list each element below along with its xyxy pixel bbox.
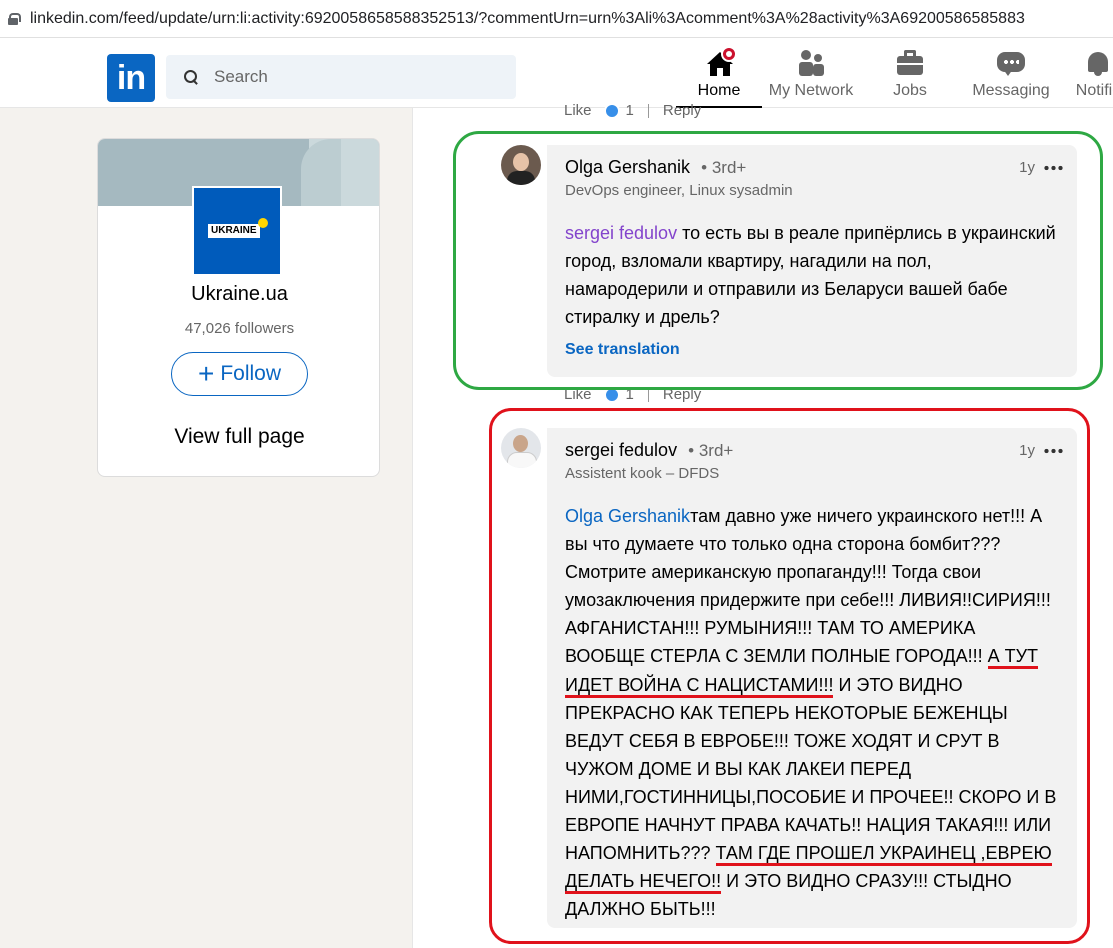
reaction-count[interactable]: 1	[626, 386, 634, 403]
logo-dot-icon	[258, 218, 268, 228]
org-logo-text: UKRAINE	[208, 224, 260, 238]
comment-body-part: там давно уже ничего украинского нет!!! …	[565, 506, 1051, 667]
mention-link[interactable]: Olga Gershanik	[565, 506, 690, 526]
follow-button[interactable]: + Follow	[171, 352, 308, 396]
comment-time: 1y	[1019, 442, 1035, 459]
comment-actions: Like 1 Reply	[564, 386, 701, 403]
like-button[interactable]: Like	[564, 102, 592, 119]
search-input[interactable]	[214, 67, 494, 87]
top-nav: in Home My Network Jobs Messaging Notifi…	[0, 38, 1113, 108]
connection-degree: • 3rd+	[701, 158, 747, 177]
comment-actions: Like 1 Reply	[564, 102, 701, 119]
nav-jobs[interactable]: Jobs	[880, 48, 940, 108]
search-box[interactable]	[166, 55, 516, 99]
comment-body-part: И ЭТО ВИДНО ПРЕКРАСНО КАК ТЕПЕРЬ НЕКОТОР…	[565, 674, 1057, 864]
comment-text: sergei fedulov то есть вы в реале припёр…	[565, 219, 1059, 331]
comment-author[interactable]: sergei fedulov	[565, 440, 677, 460]
more-options-icon[interactable]	[1043, 164, 1063, 171]
avatar[interactable]	[501, 145, 541, 185]
bell-icon	[1082, 48, 1113, 78]
avatar[interactable]	[501, 428, 541, 468]
divider	[647, 103, 649, 118]
comment-bubble: sergei fedulov • 3rd+ Assistent kook – D…	[547, 428, 1077, 928]
comment-meta: 1y	[1019, 442, 1063, 459]
view-full-page-link[interactable]: View full page	[98, 425, 379, 449]
lock-icon	[8, 12, 21, 25]
notification-badge	[721, 46, 737, 62]
follow-button-label: Follow	[220, 362, 282, 385]
nav-messaging-label: Messaging	[972, 82, 1050, 99]
divider	[647, 387, 649, 402]
address-bar[interactable]: linkedin.com/feed/update/urn:li:activity…	[0, 0, 1113, 38]
url-text[interactable]: linkedin.com/feed/update/urn:li:activity…	[30, 10, 1025, 28]
comment-author[interactable]: Olga Gershanik	[565, 157, 690, 177]
comment-text: Olga Gershanikтам давно уже ничего украи…	[565, 502, 1059, 923]
comment-meta: 1y	[1019, 159, 1063, 176]
search-icon	[184, 70, 198, 84]
briefcase-icon	[894, 48, 926, 78]
org-name[interactable]: Ukraine.ua	[98, 283, 379, 306]
nav-notifications-label: Notific	[1075, 82, 1113, 99]
comments-feed: Like 1 Reply Olga Gershanik • 3rd+ DevOp…	[412, 102, 1113, 948]
org-logo[interactable]: UKRAINE	[192, 186, 282, 276]
comment-bubble: Olga Gershanik • 3rd+ DevOps engineer, L…	[547, 145, 1077, 377]
reply-button[interactable]: Reply	[663, 386, 701, 403]
mention-link[interactable]: sergei fedulov	[565, 223, 677, 243]
follower-count: 47,026 followers	[184, 320, 295, 337]
plus-icon: +	[197, 358, 215, 389]
reply-button[interactable]: Reply	[663, 102, 701, 119]
author-headline: Assistent kook – DFDS	[565, 465, 720, 482]
author-headline: DevOps engineer, Linux sysadmin	[565, 182, 793, 199]
reaction-count[interactable]: 1	[626, 102, 634, 119]
comment-time: 1y	[1019, 159, 1035, 176]
home-icon	[703, 46, 737, 78]
nav-my-network-label: My Network	[768, 82, 854, 99]
chat-bubble-icon	[995, 48, 1027, 78]
like-button[interactable]: Like	[564, 386, 592, 403]
more-options-icon[interactable]	[1043, 447, 1063, 454]
people-icon	[795, 48, 827, 78]
like-reaction-icon	[603, 102, 620, 119]
nav-notifications[interactable]: Notific	[1058, 48, 1113, 108]
nav-jobs-label: Jobs	[893, 82, 927, 99]
nav-home[interactable]: Home	[676, 46, 762, 108]
connection-degree: • 3rd+	[688, 441, 734, 460]
see-translation-link[interactable]: See translation	[565, 341, 1059, 359]
nav-messaging[interactable]: Messaging	[966, 48, 1056, 108]
like-reaction-icon	[603, 386, 620, 403]
nav-my-network[interactable]: My Network	[762, 48, 860, 108]
linkedin-logo[interactable]: in	[107, 54, 155, 102]
org-card: UKRAINE Ukraine.ua 47,026 followers + Fo…	[97, 138, 380, 477]
nav-home-label: Home	[697, 82, 741, 99]
